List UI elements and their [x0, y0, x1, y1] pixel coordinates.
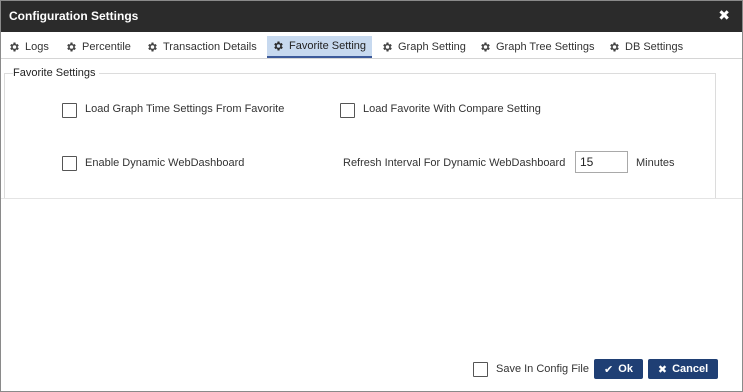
tab-label: Graph Setting	[398, 41, 466, 53]
cancel-button-label: Cancel	[672, 363, 709, 375]
tab-label: Transaction Details	[163, 41, 257, 53]
save-config-checkbox[interactable]	[473, 362, 488, 377]
enable-dashboard-label: Enable Dynamic WebDashboard	[85, 157, 245, 169]
save-config-label: Save In Config File	[496, 363, 589, 375]
dialog-title: Configuration Settings	[9, 9, 139, 23]
refresh-interval-input[interactable]: 15	[575, 151, 628, 173]
tab-logs[interactable]: Logs	[8, 36, 49, 58]
check-icon: ✔	[604, 363, 614, 376]
tab-bar: Logs Percentile Transaction Details Favo…	[1, 32, 742, 59]
load-compare-checkbox[interactable]	[340, 103, 355, 118]
gear-icon	[479, 41, 491, 53]
tab-percentile[interactable]: Percentile	[65, 36, 131, 58]
configuration-dialog: Configuration Settings ✖ Logs Percentile…	[0, 0, 743, 392]
refresh-unit-label: Minutes	[636, 157, 675, 169]
gear-icon	[272, 40, 284, 52]
refresh-interval-label: Refresh Interval For Dynamic WebDashboar…	[343, 157, 566, 169]
gear-icon	[146, 41, 158, 53]
load-time-checkbox[interactable]	[62, 103, 77, 118]
section-title: Favorite Settings	[13, 67, 99, 79]
favorite-settings-group	[4, 73, 716, 199]
tab-label: Logs	[25, 41, 49, 53]
tab-graph-tree-settings[interactable]: Graph Tree Settings	[479, 36, 594, 58]
ok-button-label: Ok	[618, 363, 633, 375]
tab-label: Favorite Setting	[289, 40, 367, 52]
gear-icon	[8, 41, 20, 53]
tab-label: Percentile	[82, 41, 131, 53]
close-icon[interactable]: ✖	[718, 7, 730, 24]
tab-favorite-setting[interactable]: Favorite Setting	[267, 36, 373, 58]
close-icon: ✖	[657, 363, 668, 376]
title-bar: Configuration Settings ✖	[1, 1, 742, 32]
load-compare-label: Load Favorite With Compare Setting	[363, 103, 541, 115]
gear-icon	[381, 41, 393, 53]
gear-icon	[65, 41, 77, 53]
enable-dashboard-checkbox[interactable]	[62, 156, 77, 171]
cancel-button[interactable]: ✖ Cancel	[648, 359, 718, 379]
load-time-label: Load Graph Time Settings From Favorite	[85, 103, 285, 115]
tab-db-settings[interactable]: DB Settings	[608, 36, 683, 58]
content-divider	[1, 198, 742, 199]
tab-graph-setting[interactable]: Graph Setting	[381, 36, 466, 58]
ok-button[interactable]: ✔ Ok	[594, 359, 643, 379]
gear-icon	[608, 41, 620, 53]
tab-label: DB Settings	[625, 41, 684, 53]
tab-transaction-details[interactable]: Transaction Details	[146, 36, 257, 58]
tab-label: Graph Tree Settings	[496, 41, 595, 53]
